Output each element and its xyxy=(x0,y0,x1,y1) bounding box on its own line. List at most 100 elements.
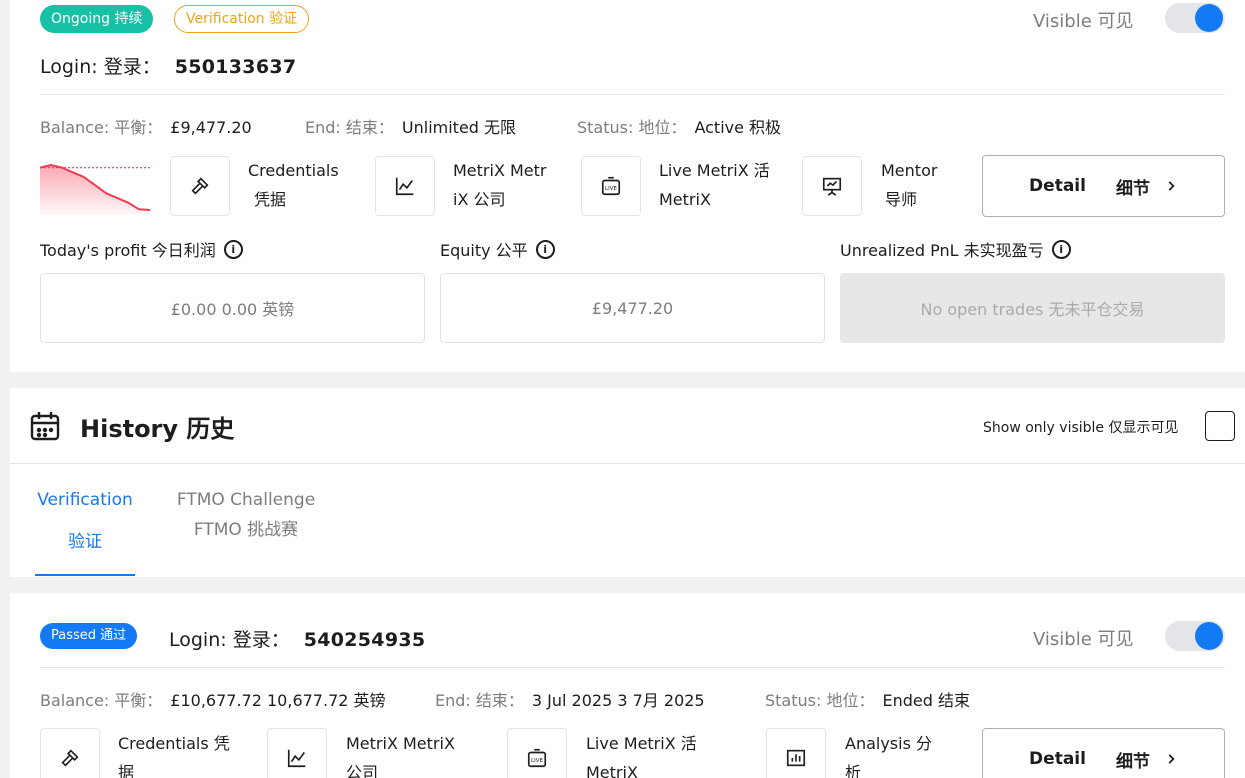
balance-value: £9,477.20 xyxy=(170,118,252,137)
equity-text: Equity 公平 xyxy=(440,241,528,260)
tab-ftmo-challenge[interactable]: FTMO Challenge FTMO 挑战赛 xyxy=(170,485,322,545)
live-metrix-label-line2: MetriX xyxy=(586,763,638,778)
login-label: Login: 登录： xyxy=(169,629,290,651)
equity-label: Equity 公平 i xyxy=(440,237,555,261)
equity-value: £9,477.20 xyxy=(440,273,825,343)
mentor-button[interactable] xyxy=(802,156,862,216)
balance-field: Balance: 平衡： £9,477.20 xyxy=(40,114,252,138)
visible-toggle[interactable] xyxy=(1165,621,1225,651)
status-badge-ongoing: Ongoing 持续 xyxy=(40,5,154,33)
svg-text:LIVE: LIVE xyxy=(531,758,543,764)
mentor-label[interactable]: Mentor 导师 xyxy=(881,156,937,214)
chevron-right-icon xyxy=(1168,181,1175,191)
detail-button[interactable]: Detail 细节 xyxy=(982,155,1225,217)
toggle-knob xyxy=(1195,622,1223,650)
svg-text:LIVE: LIVE xyxy=(605,186,617,192)
info-icon[interactable]: i xyxy=(535,239,555,259)
credentials-label-line1: Credentials 凭 xyxy=(118,734,230,753)
credentials-label[interactable]: Credentials 凭据 xyxy=(118,729,230,778)
live-metrix-label[interactable]: Live MetriX 活 MetriX xyxy=(659,156,770,214)
unrealized-pnl-value: No open trades 无未平仓交易 xyxy=(840,273,1225,343)
live-icon: LIVE xyxy=(601,176,621,196)
history-title: History 历史 xyxy=(80,415,235,443)
metrix-label[interactable]: MetriX MetriX 公司 xyxy=(346,729,455,778)
metrix-label-line1: MetriX MetriX xyxy=(346,734,455,753)
visible-label: Visible 可见 xyxy=(1033,11,1134,32)
tab-verification-line1: Verification xyxy=(37,490,133,510)
status-value: Ended 结束 xyxy=(882,691,970,710)
account-card-current: Ongoing 持续 Verification 验证 Visible 可见 Lo… xyxy=(10,0,1245,372)
credentials-label-line2: 据 xyxy=(118,763,135,778)
login-info: Login: 登录： 540254935 xyxy=(169,625,425,652)
bar-chart-icon xyxy=(786,749,806,767)
end-field: End: 结束： 3 Jul 2025 3 7月 2025 xyxy=(435,687,705,711)
info-icon[interactable]: i xyxy=(223,239,243,259)
tab-ftmo-line1: FTMO Challenge xyxy=(176,490,316,510)
end-label: End: 结束： xyxy=(435,691,524,710)
login-number: 540254935 xyxy=(303,629,426,651)
metrix-label-line1: MetriX Metr xyxy=(453,161,547,180)
end-value: 3 Jul 2025 3 7月 2025 xyxy=(531,691,705,710)
analysis-label-line1: Analysis 分 xyxy=(845,734,933,753)
chevron-right-icon xyxy=(1168,754,1175,764)
live-metrix-label[interactable]: Live MetriX 活 MetriX xyxy=(586,729,697,778)
balance-label: Balance: 平衡： xyxy=(40,118,163,137)
active-tab-underline xyxy=(35,574,135,576)
status-value: Active 积极 xyxy=(694,118,782,137)
gavel-icon xyxy=(61,749,79,767)
equity-sparkline xyxy=(40,163,150,215)
metrix-button[interactable] xyxy=(375,156,435,216)
mentor-label-line1: Mentor xyxy=(881,161,938,180)
info-icon[interactable]: i xyxy=(1051,239,1071,259)
status-field: Status: 地位： Active 积极 xyxy=(577,114,781,138)
live-metrix-button[interactable]: LIVE xyxy=(507,728,567,778)
metrix-label[interactable]: MetriX Metr iX 公司 xyxy=(453,156,547,214)
detail-label-cn: 细节 xyxy=(1115,751,1150,772)
metrix-label-line2: 公司 xyxy=(346,763,379,778)
calendar-icon xyxy=(30,412,60,441)
analysis-button[interactable] xyxy=(766,728,826,778)
end-value: Unlimited 无限 xyxy=(401,118,517,137)
status-badge-passed: Passed 通过 xyxy=(40,623,138,649)
gavel-icon xyxy=(191,177,209,195)
visible-label: Visible 可见 xyxy=(1033,629,1134,650)
analysis-label[interactable]: Analysis 分析 xyxy=(845,729,932,778)
tab-ftmo-line2: FTMO 挑战赛 xyxy=(193,520,299,540)
credentials-label-line2: 凭据 xyxy=(254,190,287,209)
balance-field: Balance: 平衡： £10,677.72 10,677.72 英镑 xyxy=(40,687,386,711)
metrix-label-line2: iX 公司 xyxy=(453,190,506,209)
balance-label: Balance: 平衡： xyxy=(40,691,163,710)
show-only-visible-checkbox[interactable] xyxy=(1205,411,1235,441)
toggle-knob xyxy=(1195,4,1223,32)
metrix-button[interactable] xyxy=(267,728,327,778)
todays-profit-text: Today's profit 今日利润 xyxy=(40,241,216,260)
status-label: Status: 地位： xyxy=(577,118,687,137)
account-card-past: Passed 通过 Login: 登录： 540254935 Visible 可见… xyxy=(10,593,1245,778)
login-label: Login: 登录： xyxy=(40,56,161,78)
credentials-button[interactable] xyxy=(170,156,230,216)
line-chart-icon xyxy=(287,749,306,768)
end-label: End: 结束： xyxy=(305,118,394,137)
mentor-label-line2: 导师 xyxy=(885,190,918,209)
detail-label: Detail xyxy=(1029,176,1086,196)
credentials-button[interactable] xyxy=(40,728,100,778)
history-section: History 历史 Show only visible 仅显示可见 Verif… xyxy=(10,388,1245,577)
line-chart-icon xyxy=(395,177,414,196)
live-icon: LIVE xyxy=(527,748,547,768)
credentials-label[interactable]: Credentials 凭据 xyxy=(248,156,339,214)
phase-badge-verification: Verification 验证 xyxy=(174,5,310,33)
show-only-visible-label: Show only visible 仅显示可见 xyxy=(983,420,1179,436)
visible-toggle[interactable] xyxy=(1165,3,1225,33)
analysis-label-line2: 析 xyxy=(845,763,862,778)
divider xyxy=(40,667,1225,668)
todays-profit-label: Today's profit 今日利润 i xyxy=(40,237,243,261)
unrealized-pnl-label: Unrealized PnL 未实现盈亏 i xyxy=(840,237,1071,261)
divider xyxy=(10,463,1245,464)
divider xyxy=(40,94,1225,95)
tab-verification[interactable]: Verification 验证 xyxy=(35,485,135,557)
live-metrix-label-line2: MetriX xyxy=(659,190,711,209)
detail-button[interactable]: Detail 细节 xyxy=(982,728,1225,778)
live-metrix-button[interactable]: LIVE xyxy=(581,156,641,216)
presentation-icon xyxy=(822,177,842,196)
balance-value: £10,677.72 10,677.72 英镑 xyxy=(170,691,386,710)
